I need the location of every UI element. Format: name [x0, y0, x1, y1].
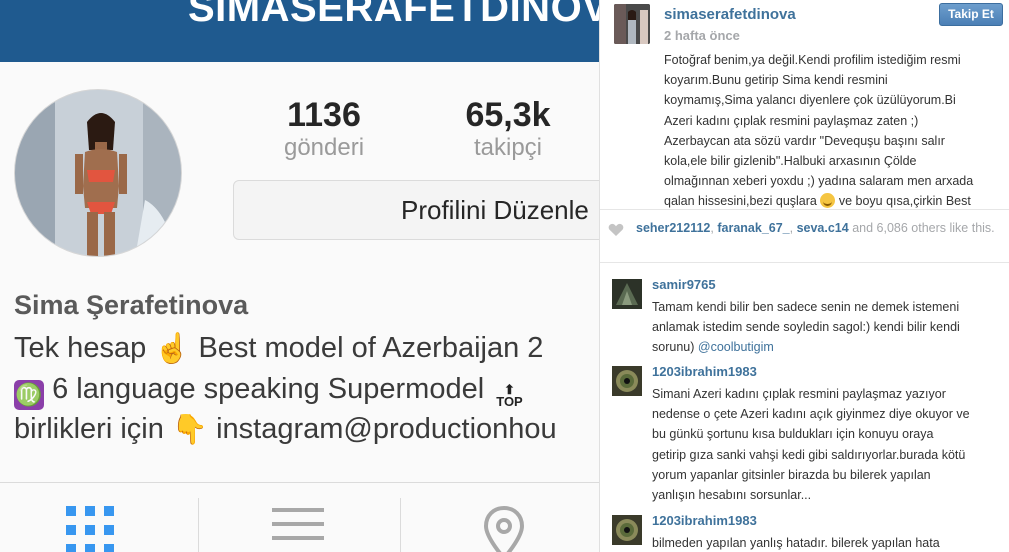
avatar-photo-icon	[612, 279, 642, 309]
heart-icon[interactable]	[608, 223, 624, 237]
avatar-photo-icon	[612, 366, 642, 396]
top-arrow-icon: ⬆ TOP	[496, 382, 523, 409]
comment-line: anlamak istedim sende soyledin sagol:) k…	[652, 320, 960, 335]
profile-header-bar: SIMASERAFETDINOVA	[0, 0, 599, 62]
point-down-emoji-icon: 👇	[171, 414, 209, 447]
bio-line-2: ♍ 6 language speaking Supermodel ⬆ TOP	[14, 373, 523, 410]
likes-rest: and 6,086 others like this.	[852, 221, 995, 235]
commenter-username[interactable]: 1203ibrahim1983	[652, 513, 757, 528]
bio-line-1: Tek hesap ☝ Best model of Azerbaijan 2	[14, 332, 543, 366]
comment-line: yorum yapanlar gitsinler birazda bu bile…	[652, 467, 931, 482]
tab-separator	[400, 498, 401, 552]
caption-line: olmağınnan xeberi yoxdu ;) yadına salara…	[664, 174, 974, 189]
liker-username[interactable]: seher212112	[636, 221, 710, 235]
avatar-photo-icon	[614, 4, 650, 44]
comment-text-fragment: sorunu)	[652, 340, 695, 355]
commenter-avatar[interactable]	[612, 279, 642, 309]
bio-text: birlikleri için	[14, 413, 164, 445]
caption-line: koymamış,Sima yalancı diyenlere çok üzül…	[664, 93, 956, 108]
smile-emoji-icon	[820, 193, 836, 208]
comment-line: nedense o çete Azeri kadını açık giyinme…	[652, 407, 970, 422]
followers-count: 65,3k	[465, 96, 551, 134]
follow-button[interactable]: Takip Et	[939, 3, 1003, 26]
commenter-username[interactable]: samir9765	[652, 277, 716, 292]
mention-link[interactable]: @coolbutigim	[698, 340, 774, 354]
comment-line: bilmeden yapılan yanlış hatadır. bilerek…	[652, 536, 940, 550]
followers-label: takipçi	[473, 134, 543, 161]
likes-divider	[600, 209, 1009, 210]
comment-line: Tamam kendi bilir ben sadece senin ne de…	[652, 300, 960, 314]
caption-line: Fotoğraf benim,ya değil.Kendi profilim i…	[664, 53, 961, 67]
caption-text: ve boyu qısa,çirkin Best	[838, 194, 971, 208]
bio-text: Best model of Azerbaijan 2	[198, 332, 544, 364]
profile-avatar[interactable]	[14, 89, 182, 257]
posts-count: 1136	[287, 96, 361, 134]
bio-text: instagram@productionhou	[216, 413, 557, 445]
bio-text: 6 language speaking Supermodel	[52, 373, 485, 405]
post-header: simaserafetdinova 2 hafta önce Takip Et	[600, 0, 1009, 54]
top-badge-label: TOP	[496, 394, 523, 409]
post-author-username[interactable]: simaserafetdinova	[664, 6, 796, 23]
liker-username[interactable]: faranak_67_	[717, 221, 789, 235]
post-caption: Fotoğraf benim,ya değil.Kendi profilim i…	[664, 50, 1000, 208]
virgo-icon: ♍	[14, 380, 44, 410]
grid-icon[interactable]	[66, 506, 118, 552]
edit-profile-button[interactable]: Profilini Düzenle	[233, 180, 599, 240]
comment-text: Simani Azeri kadını çıplak resmini payla…	[652, 384, 1006, 505]
commenter-username[interactable]: 1203ibrahim1983	[652, 364, 757, 379]
caption-text: qalan hissesini,bezi quşlara	[664, 194, 817, 208]
comment-text: Tamam kendi bilir ben sadece senin ne de…	[652, 297, 1006, 358]
profile-screenshot: SIMASERAFETDINOVA 1136 gönderi 65,3k tak…	[0, 0, 599, 552]
point-up-emoji-icon: ☝	[154, 333, 191, 366]
caption-line: koyarım.Bunu getirip Sima kendi resmini	[664, 73, 888, 88]
caption-line: kola,ele bilir gizlenib".Halbuki arxasın…	[664, 154, 917, 169]
likes-summary: seher212112, faranak_67_, seva.c14 and 6…	[636, 221, 995, 235]
post-panel: simaserafetdinova 2 hafta önce Takip Et …	[599, 0, 1009, 552]
tab-divider	[0, 482, 599, 483]
location-pin-icon[interactable]	[482, 505, 526, 552]
caption-line: Azeri kadını çıplak resmini paylaşmaz za…	[664, 113, 919, 128]
comment-line: sorunu) @coolbutigim	[652, 337, 1006, 357]
posts-label: gönderi	[283, 134, 365, 161]
comment-line: bu günkü şortunu kısa buldukları için ko…	[652, 427, 934, 442]
bio-text: Tek hesap	[14, 332, 147, 364]
comment-text: bilmeden yapılan yanlış hatadır. bilerek…	[652, 533, 1006, 552]
post-author-avatar[interactable]	[614, 4, 650, 44]
stat-followers[interactable]: 65,3k takipçi	[448, 96, 568, 162]
profile-header-username: SIMASERAFETDINOVA	[188, 0, 599, 30]
commenter-avatar[interactable]	[612, 515, 642, 545]
avatar-photo-icon	[612, 515, 642, 545]
bio-line-3: birlikleri için 👇 instagram@productionho…	[14, 413, 557, 447]
comment-line: Simani Azeri kadını çıplak resmini payla…	[652, 387, 946, 401]
liker-username[interactable]: seva.c14	[797, 221, 849, 235]
comment-line: yanlışın hesabını sorsunlar...	[652, 488, 812, 503]
comment-line: getirip gıza sanki vahşi kedi gibi saldı…	[652, 447, 966, 462]
comments-divider	[600, 262, 1009, 263]
list-icon[interactable]	[272, 508, 324, 552]
post-timestamp: 2 hafta önce	[664, 28, 740, 43]
caption-line: Azerbaycan ata sözü vardır "Devequşu baş…	[664, 133, 945, 148]
tab-separator	[198, 498, 199, 552]
avatar-photo-icon	[15, 90, 181, 256]
commenter-avatar[interactable]	[612, 366, 642, 396]
edit-profile-label: Profilini Düzenle	[401, 195, 589, 225]
stat-posts: 1136 gönderi	[264, 96, 384, 162]
profile-full-name: Sima Şerafetinova	[14, 290, 249, 320]
caption-line: qalan hissesini,bezi quşlara ve boyu qıs…	[664, 191, 1000, 208]
